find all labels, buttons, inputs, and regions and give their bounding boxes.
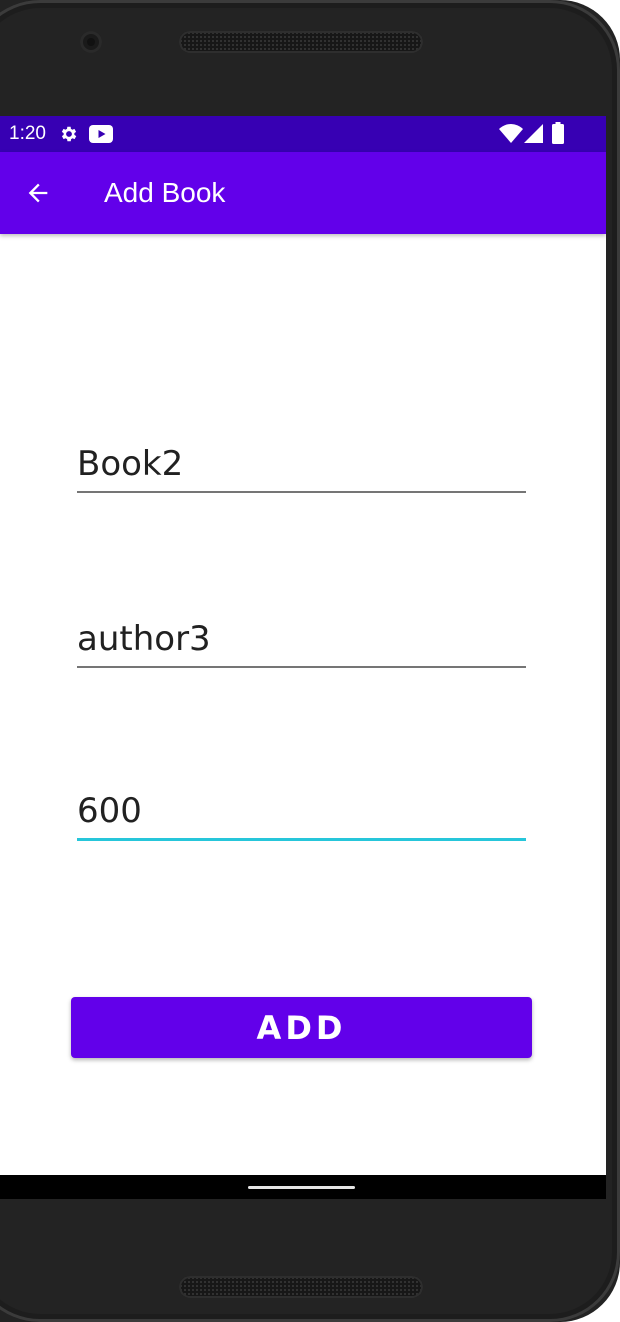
book-name-underline (77, 491, 526, 493)
wifi-icon (499, 124, 523, 143)
pages-input[interactable] (77, 787, 526, 835)
settings-gear-icon (61, 126, 77, 142)
pages-underline-focused (77, 838, 526, 841)
author-underline (77, 666, 526, 668)
status-bar: 1:20 (0, 116, 606, 152)
book-name-input[interactable] (77, 440, 526, 488)
cellular-signal-icon (524, 124, 543, 143)
bottom-speaker (179, 1276, 423, 1298)
arrow-back-icon (28, 183, 48, 203)
page-title: Add Book (104, 177, 226, 208)
battery-icon (552, 122, 564, 144)
author-field[interactable] (77, 615, 526, 671)
earpiece-speaker (179, 31, 423, 53)
youtube-icon (89, 125, 113, 143)
pages-field[interactable] (77, 787, 526, 843)
status-time: 1:20 (9, 123, 46, 144)
author-input[interactable] (77, 615, 526, 663)
add-button[interactable]: ADD (71, 997, 532, 1058)
home-gesture-handle[interactable] (248, 1186, 355, 1189)
phone-screen: 1:20 Add Book Book2 author3 600 ADD (0, 116, 606, 1199)
phone-frame: 1:20 Add Book Book2 author3 600 ADD (0, 0, 620, 1322)
app-bar: Add Book (0, 152, 606, 234)
front-camera (80, 31, 102, 53)
navigation-bar (0, 1175, 606, 1199)
book-name-field[interactable] (77, 440, 526, 496)
back-button[interactable] (14, 169, 62, 217)
